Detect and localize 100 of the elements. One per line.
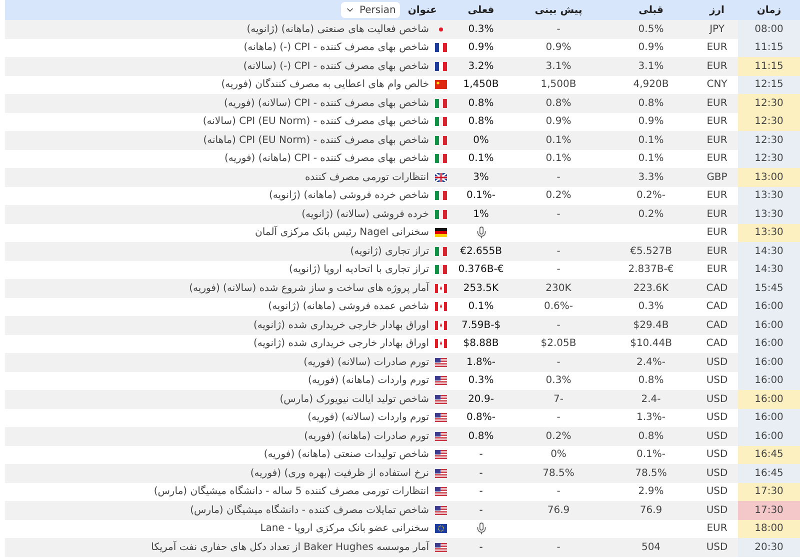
forecast-value: 0.8% bbox=[546, 96, 572, 111]
time-cell: 16:00 bbox=[738, 390, 800, 408]
previous-value: 0.9% bbox=[638, 41, 664, 56]
time-cell: 13:30 bbox=[738, 205, 800, 224]
previous-value: $10.44B bbox=[630, 337, 672, 352]
event-title: شاخص بهای مصرف کننده - CPI (ماهانه) (فوریه) bbox=[224, 152, 429, 166]
flag-icon bbox=[435, 542, 447, 552]
flag-icon bbox=[435, 246, 447, 256]
flag-icon bbox=[435, 506, 447, 515]
currency-cell-text: EUR bbox=[706, 41, 728, 56]
event-title: خرده فروشی (سالانه) (ژانویه) bbox=[302, 208, 429, 222]
actual-value: 7.59B-$ bbox=[461, 318, 501, 333]
previous-value: 3.3% bbox=[638, 170, 664, 185]
event-title: شاخص عمده فروشی (ماهانه) (ژانویه) bbox=[268, 300, 429, 314]
forecast-value: $2.05B bbox=[540, 337, 576, 352]
flag-icon bbox=[435, 432, 447, 441]
currency-cell-text: USD bbox=[705, 540, 729, 555]
currency-cell-text: EUR bbox=[706, 96, 728, 111]
forecast-value: - bbox=[556, 540, 560, 555]
actual-value: 3.2% bbox=[468, 60, 494, 74]
language-dropdown[interactable]: Persian bbox=[341, 2, 400, 18]
event-title: شاخص بهای مصرف کننده - CPI (EU Norm) (ماهانه) bbox=[203, 134, 429, 148]
event-title: شاخص بهای مصرف کننده - CPI (EU Norm) (سالانه) bbox=[202, 115, 429, 130]
forecast-value: 78.5% bbox=[542, 466, 574, 481]
previous-value: 78.5% bbox=[635, 466, 667, 481]
previous-value: 0.9% bbox=[638, 115, 664, 130]
flag-icon bbox=[435, 265, 447, 274]
event-title: انتظارات تورمی مصرف کننده 5 ساله - دانشگاه میشیگان (مارس) bbox=[154, 484, 429, 500]
currency-cell-text: EUR bbox=[706, 134, 728, 148]
actual-value: 0.1% bbox=[468, 300, 494, 314]
forecast-value: - bbox=[556, 263, 560, 278]
event-title: نرخ استفاده از ظرفیت (بهره وری) (فوریه) bbox=[250, 466, 429, 481]
actual-value: 20.9- bbox=[468, 392, 494, 407]
time-cell: 16:00 bbox=[738, 408, 800, 427]
flag-icon bbox=[435, 210, 447, 219]
actual-value: 0.9% bbox=[468, 41, 494, 56]
forecast-value: - bbox=[556, 485, 560, 500]
currency-cell-text: GBP bbox=[706, 170, 728, 185]
forecast-value: 0% bbox=[550, 448, 566, 462]
flag-icon bbox=[435, 358, 447, 367]
actual-value: 0.1% bbox=[468, 152, 494, 166]
actual-value: 253.5K bbox=[463, 282, 499, 296]
actual-value: 0.8% bbox=[468, 96, 494, 111]
time-cell: 16:45 bbox=[738, 446, 800, 464]
actual-value: - bbox=[479, 504, 483, 518]
event-title: تورم واردات (ماهانه) (فوریه) bbox=[308, 374, 429, 388]
flag-icon bbox=[435, 98, 447, 108]
flag-icon bbox=[435, 468, 447, 478]
forecast-value: 0.1% bbox=[546, 152, 572, 166]
actual-value: - bbox=[479, 466, 483, 481]
previous-value: 2.837B-€ bbox=[628, 263, 674, 278]
currency-cell-text: EUR bbox=[706, 226, 728, 240]
microphone-icon bbox=[474, 226, 488, 240]
previous-value: 76.9 bbox=[640, 504, 662, 518]
forecast-value: 1,500B bbox=[540, 78, 576, 92]
currency-cell-text: USD bbox=[705, 411, 729, 426]
event-title: شاخص تمایلات مصرف کننده - دانشگاه میشیگان (مارس) bbox=[190, 503, 429, 518]
flag-icon bbox=[435, 524, 447, 534]
previous-value: 2.4%- bbox=[636, 356, 666, 370]
event-title: آمار پروژه های ساخت و ساز شروع شده (سالانه) (فوریه) bbox=[189, 280, 429, 296]
currency-cell-text: USD bbox=[705, 374, 729, 388]
previous-value: 0.8% bbox=[638, 374, 664, 388]
time-cell: 12:30 bbox=[738, 94, 800, 112]
flag-icon bbox=[435, 413, 447, 422]
flag-icon bbox=[435, 320, 447, 330]
previous-value: 2.9% bbox=[638, 485, 664, 500]
actual-value: 0.376B-€ bbox=[458, 263, 504, 278]
actual-value: 1% bbox=[473, 208, 489, 222]
time-cell: 08:00 bbox=[738, 20, 800, 38]
actual-value: 3% bbox=[473, 170, 489, 185]
flag-icon bbox=[435, 376, 447, 386]
event-title: شاخص تولید ایالت نیویورک (مارس) bbox=[280, 392, 429, 407]
currency-cell-text: USD bbox=[705, 466, 729, 481]
previous-value: $29.4B bbox=[633, 318, 669, 333]
forecast-value: 0.9% bbox=[546, 115, 572, 130]
event-title: انتظارات تورمی مصرف کننده bbox=[304, 170, 429, 185]
forecast-value: 0.3% bbox=[546, 374, 572, 388]
currency-cell-text: USD bbox=[705, 430, 729, 444]
currency-cell-text: JPY bbox=[708, 22, 726, 37]
currency-cell-text: CAD bbox=[705, 318, 729, 333]
forecast-value: 7- bbox=[554, 392, 564, 407]
previous-value: 0.2%- bbox=[636, 189, 666, 204]
previous-value: 2.4- bbox=[641, 392, 661, 407]
time-cell: 12:30 bbox=[738, 112, 800, 131]
currency-cell-text: EUR bbox=[706, 208, 728, 222]
flag-icon bbox=[435, 117, 447, 126]
currency-cell-text: CAD bbox=[705, 300, 729, 314]
time-cell: 13:30 bbox=[738, 224, 800, 242]
time-cell: 11:15 bbox=[738, 38, 800, 57]
currency-cell-text: EUR bbox=[706, 263, 728, 278]
previous-value: 0.1%- bbox=[636, 448, 666, 462]
currency-cell-text: USD bbox=[705, 448, 729, 462]
currency-cell-text: EUR bbox=[706, 522, 728, 536]
flag-icon bbox=[435, 136, 447, 145]
previous-value: 0.3% bbox=[638, 300, 664, 314]
currency-cell-text: USD bbox=[705, 504, 729, 518]
previous-value: 0.8% bbox=[638, 430, 664, 444]
time-cell: 16:00 bbox=[738, 316, 800, 334]
event-title: اوراق بهادار خارجی خریداری شده (ژانویه) bbox=[254, 337, 429, 352]
event-title: شاخص بهای مصرف کننده - CPI (سالانه) (فوریه) bbox=[224, 96, 429, 111]
